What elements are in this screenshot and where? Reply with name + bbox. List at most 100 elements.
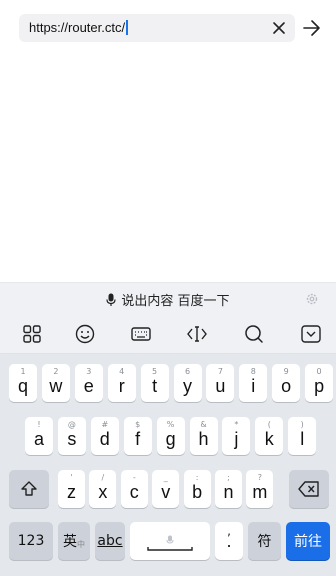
key-sub-label: $ (135, 420, 141, 429)
number-mode-key[interactable]: 123 (9, 522, 53, 560)
key-main-label: k (264, 429, 274, 449)
key-main-label: m (252, 482, 268, 502)
go-enter-key[interactable]: 前往 (286, 522, 330, 560)
key-n[interactable]: ; n (215, 470, 242, 508)
emoji-button[interactable] (74, 323, 96, 345)
url-input[interactable]: https://router.ctc/ (19, 14, 295, 42)
key-u[interactable]: 7u (206, 364, 235, 402)
enter-label: 前往 (294, 534, 322, 550)
key-sub-label: & (200, 420, 207, 429)
key-l[interactable]: ) l (288, 417, 317, 455)
period-key[interactable]: , . (215, 522, 243, 560)
keyboard-toolbar (0, 314, 336, 354)
close-icon (273, 22, 285, 34)
key-e[interactable]: 3e (74, 364, 103, 402)
key-sub-label: 6 (184, 367, 191, 376)
key-j[interactable]: * j (222, 417, 251, 455)
key-sub-label: / (101, 473, 105, 482)
key-main-label: f (135, 429, 141, 449)
space-bar-icon (147, 546, 193, 551)
key-k[interactable]: (k (255, 417, 284, 455)
abc-key[interactable]: abc (95, 522, 125, 560)
key-main-label: l (300, 429, 305, 449)
key-h[interactable]: & h (189, 417, 218, 455)
key-sub-label: 9 (283, 367, 289, 376)
voice-search-bar[interactable]: 说出内容 百度一下 (0, 282, 336, 314)
language-switch-key[interactable]: 英中 (58, 522, 90, 560)
key-main-label: y (183, 376, 192, 396)
key-main-label: s (67, 429, 77, 449)
key-p[interactable]: 0p (305, 364, 334, 402)
key-f[interactable]: $ f (123, 417, 152, 455)
key-main-label: d (99, 429, 110, 449)
key-main-label: q (17, 376, 28, 396)
key-q[interactable]: 1q (9, 364, 37, 402)
key-main-label: a (33, 429, 44, 449)
number-mode-label: 123 (17, 533, 45, 549)
grid-button[interactable] (21, 323, 43, 345)
key-sub-label: % (166, 420, 175, 429)
key-main-label: p (314, 376, 325, 396)
key-sub-label: ? (257, 473, 263, 482)
address-bar: https://router.ctc/ (0, 0, 336, 56)
key-sub-label: * (234, 420, 239, 429)
key-d[interactable]: # d (90, 417, 119, 455)
key-i[interactable]: 8i (239, 364, 268, 402)
keyboard-switch-button[interactable] (130, 323, 152, 345)
key-sub-label: # (101, 420, 109, 429)
backspace-icon (298, 481, 319, 497)
key-c[interactable]: -c (120, 470, 148, 508)
key-b[interactable]: :b (183, 470, 211, 508)
key-sub-label: ( (267, 420, 271, 429)
key-main-label: n (223, 482, 234, 502)
symbol-label: 符 (257, 534, 272, 550)
cursor-move-button[interactable] (186, 323, 208, 345)
cursor-move-icon (187, 326, 207, 342)
key-sub-label: ) (300, 420, 304, 429)
grid-icon (23, 325, 41, 343)
key-m[interactable]: ? m (246, 470, 274, 508)
key-sub-label: 5 (152, 367, 158, 376)
key-sub-label: 8 (250, 367, 256, 376)
key-main-label: j (234, 429, 239, 449)
key-sub-label: 7 (217, 367, 223, 376)
url-text: https://router.ctc/ (29, 20, 126, 35)
key-main-label: o (281, 376, 292, 396)
collapse-keyboard-icon (301, 325, 321, 343)
key-a[interactable]: ! a (25, 417, 53, 455)
key-o[interactable]: 9o (272, 364, 301, 402)
key-z[interactable]: ' z (58, 470, 85, 508)
gear-icon[interactable] (305, 292, 319, 306)
backspace-key[interactable] (289, 470, 329, 508)
clear-url-button[interactable] (268, 17, 290, 39)
key-sub-label: ; (227, 473, 230, 482)
space-key[interactable] (130, 522, 210, 560)
collapse-keyboard-button[interactable] (300, 323, 322, 345)
go-button[interactable] (300, 16, 324, 40)
key-main-label: h (198, 429, 209, 449)
key-sub-label: 2 (53, 367, 59, 376)
key-x[interactable]: / x (89, 470, 117, 508)
key-main-label: x (98, 482, 108, 502)
key-sub-label: : (195, 473, 199, 482)
symbol-key[interactable]: 符 (248, 522, 281, 560)
shift-key[interactable] (9, 470, 49, 508)
key-w[interactable]: 2w (41, 364, 70, 402)
key-y[interactable]: 6y (173, 364, 202, 402)
key-g[interactable]: % g (156, 417, 185, 455)
key-main-label: i (251, 376, 256, 396)
key-v[interactable]: _ v (152, 470, 180, 508)
microphone-icon (166, 535, 174, 544)
key-r[interactable]: 4r (107, 364, 136, 402)
key-t[interactable]: 5t (140, 364, 169, 402)
key-main-label: b (192, 482, 203, 502)
key-main-label: w (49, 376, 63, 396)
key-s[interactable]: @ s (57, 417, 86, 455)
key-sub-label: ! (37, 420, 41, 429)
emoji-icon (75, 324, 95, 344)
key-main-label: u (215, 376, 226, 396)
language-label: 英 (63, 534, 77, 550)
key-sub-label: 0 (316, 367, 322, 376)
arrow-right-icon (303, 20, 320, 36)
search-button[interactable] (243, 323, 265, 345)
